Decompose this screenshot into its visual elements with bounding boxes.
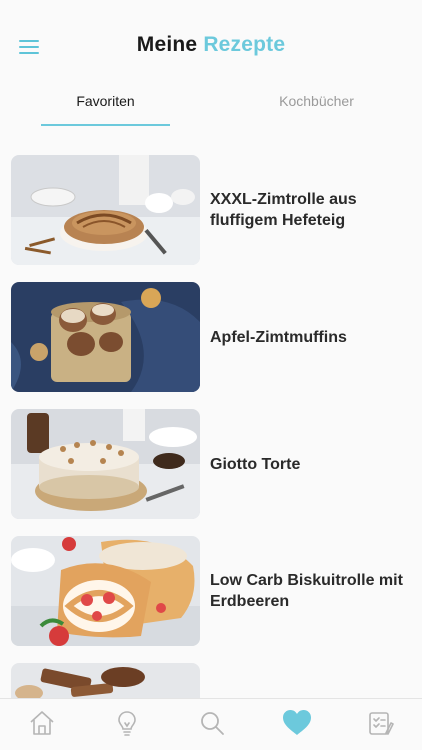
app-screen: Meine Rezepte Favoriten Kochbücher XXXL-… xyxy=(0,0,422,750)
recipe-thumbnail xyxy=(11,155,200,265)
recipe-title: Low Carb Biskuitrolle mit Erdbeeren xyxy=(210,572,403,610)
recipe-card[interactable]: XXXL-Zimtrolle aus fluffigem Hefeteig xyxy=(11,155,411,265)
home-icon[interactable] xyxy=(28,709,56,737)
recipe-thumbnail xyxy=(11,409,200,519)
recipe-title: Giotto Torte xyxy=(210,455,301,473)
page-title-part1: Meine xyxy=(136,33,198,56)
page-title-part2: Rezepte xyxy=(203,33,286,56)
search-icon[interactable] xyxy=(198,709,226,737)
tab-kochbuecher[interactable]: Kochbücher xyxy=(211,88,422,128)
tab-favoriten[interactable]: Favoriten xyxy=(0,88,211,128)
page-title: Meine Rezepte xyxy=(0,33,422,57)
active-tab-indicator xyxy=(41,124,170,126)
recipe-title: Apfel-Zimtmuffins xyxy=(210,328,347,346)
heart-icon[interactable] xyxy=(281,707,313,739)
shopping-list-icon[interactable] xyxy=(366,709,394,737)
recipe-thumbnail xyxy=(11,282,200,392)
recipe-card[interactable]: Apfel-Zimtmuffins xyxy=(11,282,411,392)
recipe-title: XXXL-Zimtrolle aus fluffigem Hefeteig xyxy=(210,191,357,229)
lightbulb-icon[interactable] xyxy=(113,709,141,737)
recipe-thumbnail xyxy=(11,536,200,646)
recipe-card[interactable]: Giotto Torte xyxy=(11,409,411,519)
recipe-card[interactable]: Low Carb Biskuitrolle mit Erdbeeren xyxy=(11,536,411,646)
tab-bar-top: Favoriten Kochbücher xyxy=(0,88,422,128)
header: Meine Rezepte xyxy=(0,0,422,90)
bottom-tab-bar xyxy=(0,698,422,750)
